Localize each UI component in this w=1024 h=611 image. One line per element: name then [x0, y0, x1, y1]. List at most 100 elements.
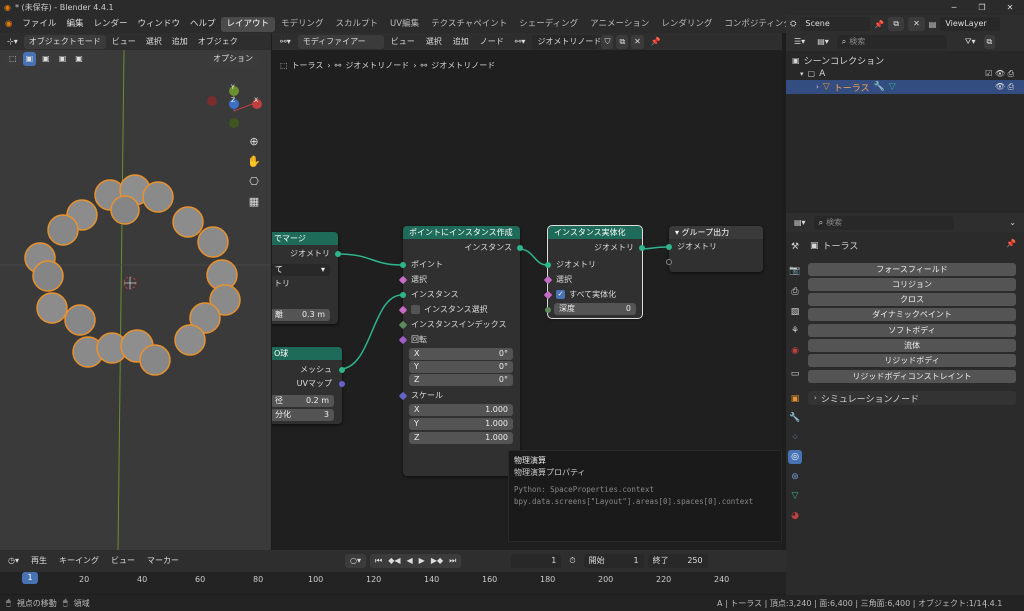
minimize-button[interactable]: ─	[940, 0, 968, 15]
timeline-view-menu[interactable]: ビュー	[107, 554, 139, 568]
delete-scene-button[interactable]: ✕	[908, 17, 925, 31]
merge-out-geometry-socket[interactable]	[335, 251, 341, 257]
group-out-geometry-socket[interactable]	[666, 244, 672, 250]
tab-animation[interactable]: アニメーション	[584, 17, 655, 32]
marker-menu[interactable]: マーカー	[143, 554, 183, 568]
data-icon[interactable]: ▽	[788, 489, 802, 503]
sphere-subdiv-field[interactable]: 分化 3	[272, 409, 334, 421]
iop-out-instances-socket[interactable]	[517, 245, 523, 251]
menu-help[interactable]: ヘルプ	[185, 15, 221, 33]
realize-depth-socket[interactable]	[545, 307, 551, 313]
iop-rot-y-field[interactable]: Y 0°	[409, 361, 513, 373]
iop-select-instance-checkbox[interactable]	[411, 305, 420, 314]
tab-sculpt[interactable]: スカルプト	[330, 17, 385, 32]
3d-viewport[interactable]: ⊹▾ オブジェクトモード ビュー 選択 追加 オブジェク ⬚ ▣ ▣ ▣ ▣ オ…	[0, 33, 271, 550]
playback-menu[interactable]: 再生	[27, 554, 51, 568]
render-icon[interactable]: 📷	[788, 264, 802, 278]
iop-scale-x-field[interactable]: X 1.000	[409, 404, 513, 416]
tab-texture-paint[interactable]: テクスチャペイント	[425, 17, 513, 32]
outliner-search[interactable]: ⌕ 検索	[836, 35, 947, 49]
sphere-node-header[interactable]: O球	[272, 347, 342, 360]
display-mode-icon[interactable]: ▤▾	[813, 35, 833, 49]
properties-type-icon[interactable]: ▤▾	[790, 216, 810, 230]
timeline-type-icon[interactable]: ◷▾	[4, 554, 23, 568]
tab-rendering[interactable]: レンダリング	[655, 17, 718, 32]
node-editor[interactable]: ⚯▾ モディファイアー ビュー 選択 追加 ノード ⚯▾ ジオメトリノード ⛉ …	[272, 33, 782, 550]
playhead[interactable]: 1	[22, 572, 38, 584]
tab-uv[interactable]: UV編集	[384, 17, 425, 32]
scene-selector[interactable]: Scene	[800, 17, 871, 31]
visibility-icons[interactable]: ☑ 👁 ⎙	[985, 69, 1014, 79]
view-layer-icon[interactable]: ▧	[788, 305, 802, 319]
group-out-empty-socket[interactable]	[666, 259, 672, 265]
realize-depth-field[interactable]: 深度 0	[554, 303, 636, 315]
fluid-button[interactable]: 流体	[808, 339, 1016, 352]
properties-options-icon[interactable]: ⌄	[1005, 216, 1020, 230]
viewport-menu-view[interactable]: ビュー	[108, 35, 140, 49]
iop-node-header[interactable]: ポイントにインスタンス作成	[403, 226, 520, 239]
end-frame-field[interactable]: 終了 250	[647, 554, 708, 568]
instance-on-points-node[interactable]: ポイントにインスタンス作成 インスタンス ポイント 選択 インスタンス インスタ…	[398, 226, 523, 476]
zoom-icon[interactable]: ⊕	[245, 135, 263, 155]
new-scene-button[interactable]: ⧉	[888, 17, 905, 31]
start-frame-field[interactable]: 開始 1	[583, 554, 644, 568]
blender-menu-icon[interactable]: ◉	[0, 15, 17, 33]
iop-scale-z-field[interactable]: Z 1.000	[409, 432, 513, 444]
pin-icon[interactable]: 📌	[1006, 239, 1016, 248]
cloth-button[interactable]: クロス	[808, 293, 1016, 306]
mode-selector[interactable]: オブジェクトモード	[23, 34, 106, 49]
outliner-object-torus[interactable]: › ▽ トーラス 🔧 ▽ 👁 ⎙	[786, 80, 1024, 94]
outliner-type-icon[interactable]: ☰▾	[790, 35, 809, 49]
pin-icon[interactable]: 📌	[874, 20, 884, 29]
modifier-props-icon[interactable]: 🔧	[788, 411, 802, 425]
simulation-nodes-panel[interactable]: › シミュレーションノード	[808, 391, 1016, 405]
keying-menu[interactable]: キーイング	[55, 554, 103, 568]
viewport-menu-select[interactable]: 選択	[142, 35, 166, 49]
merge-node-header[interactable]: でマージ	[272, 232, 338, 245]
properties-search[interactable]: ⌕ 検索	[813, 215, 954, 230]
rigid-body-constraint-button[interactable]: リジッドボディコンストレイント	[808, 370, 1016, 383]
tab-shading[interactable]: シェーディング	[513, 17, 584, 32]
sphere-out-mesh-socket[interactable]	[339, 367, 345, 373]
group-output-node[interactable]: ▾ グループ出力 ジオメトリ	[666, 226, 763, 272]
object-visibility-icons[interactable]: 👁 ⎙	[995, 82, 1014, 92]
collision-button[interactable]: コリジョン	[808, 278, 1016, 291]
tab-modeling[interactable]: モデリング	[275, 17, 330, 32]
menu-render[interactable]: レンダー	[88, 15, 132, 33]
particles-icon[interactable]: ⁘	[788, 431, 802, 445]
hand-icon[interactable]: ✋	[245, 155, 263, 175]
realize-in-geometry-socket[interactable]	[545, 262, 551, 268]
sphere-out-uv-socket[interactable]	[339, 381, 345, 387]
realize-out-geometry-socket[interactable]	[639, 245, 645, 251]
realize-node-header[interactable]: インスタンス実体化	[548, 226, 642, 239]
iop-scale-y-field[interactable]: Y 1.000	[409, 418, 513, 430]
material-icon[interactable]: ◕	[788, 509, 802, 523]
editor-type-icon[interactable]: ⊹▾	[3, 35, 22, 49]
object-props-icon[interactable]: ▣	[788, 392, 802, 406]
merge-by-distance-node[interactable]: でマージ ジオメトリ て ▾ トリ 離 0.3 m	[272, 232, 341, 324]
camera-icon[interactable]: ⎔	[245, 175, 263, 195]
new-collection-icon[interactable]: ⧉	[983, 35, 996, 49]
current-frame-field[interactable]: 1	[511, 554, 562, 568]
stopwatch-icon[interactable]: ⏱	[565, 554, 579, 568]
output-icon[interactable]: ⎙	[788, 285, 802, 299]
iop-in-instance-socket[interactable]	[400, 292, 406, 298]
merge-distance-field[interactable]: 離 0.3 m	[272, 309, 330, 321]
iop-in-points-socket[interactable]	[400, 262, 406, 268]
iop-rot-x-field[interactable]: X 0°	[409, 348, 513, 360]
outliner-scene-collection[interactable]: ▣ シーンコレクション	[792, 54, 884, 67]
outliner-collection-a[interactable]: ▾ ▢ A ☑ 👁 ⎙	[800, 67, 1024, 80]
force-field-button[interactable]: フォースフィールド	[808, 263, 1016, 276]
menu-edit[interactable]: 編集	[61, 15, 88, 33]
viewport-menu-add[interactable]: 追加	[168, 35, 192, 49]
sphere-radius-field[interactable]: 径 0.2 m	[272, 395, 334, 407]
constraints-icon[interactable]: ⊛	[788, 470, 802, 484]
collection-icon[interactable]: ▭	[788, 367, 802, 381]
uv-sphere-node[interactable]: O球 メッシュ UVマップ 径 0.2 m 分化 3	[272, 347, 345, 424]
filter-icon[interactable]: ⛛▾	[961, 35, 980, 49]
soft-body-button[interactable]: ソフトボディ	[808, 324, 1016, 337]
tab-layout[interactable]: レイアウト	[220, 16, 276, 32]
viewport-menu-object[interactable]: オブジェク	[194, 35, 242, 49]
realize-instances-node[interactable]: インスタンス実体化 ジオメトリ ジオメトリ 選択 ✓ すべて実体化 深度 0	[543, 225, 645, 319]
close-button[interactable]: ✕	[996, 0, 1024, 15]
